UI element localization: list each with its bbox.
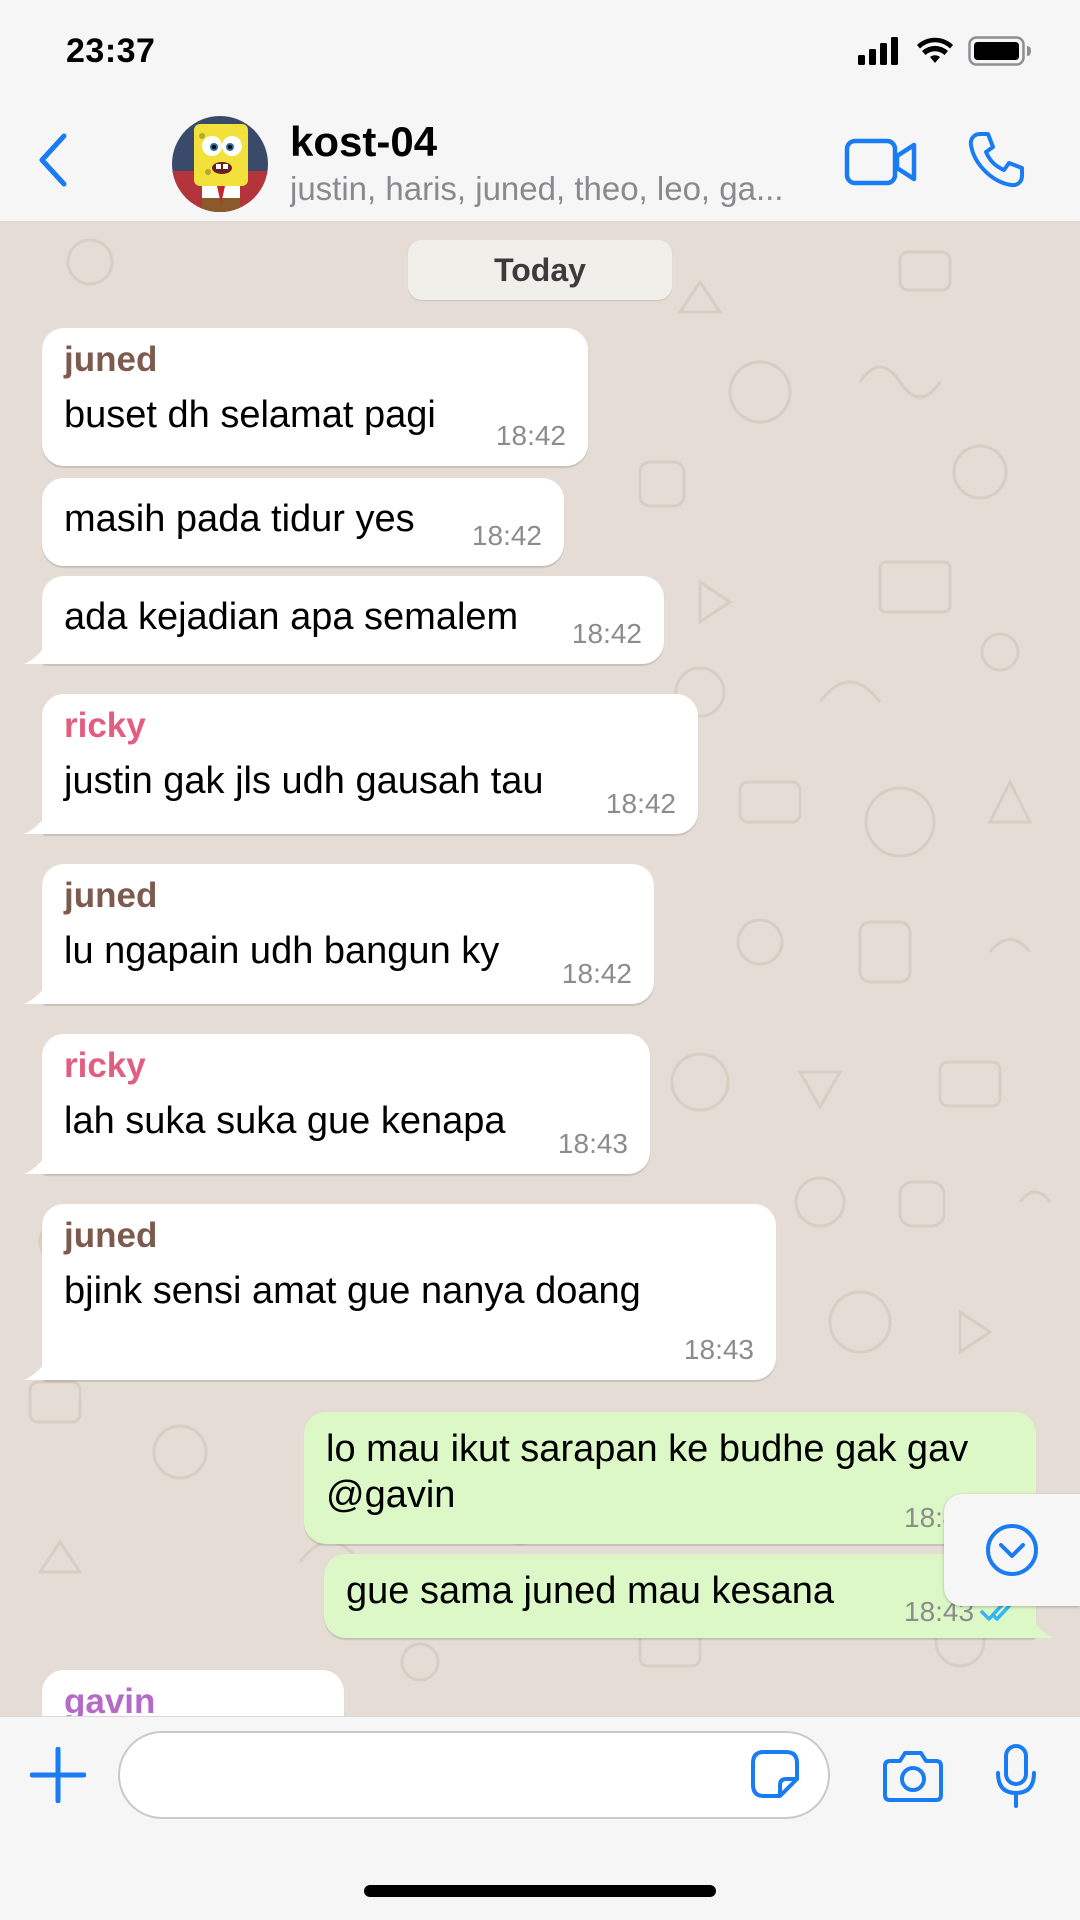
scroll-to-bottom-button[interactable] bbox=[944, 1494, 1080, 1606]
battery-icon bbox=[968, 36, 1031, 66]
microphone-icon[interactable] bbox=[994, 1743, 1038, 1809]
sender-name[interactable]: juned bbox=[64, 876, 157, 916]
camera-icon[interactable] bbox=[882, 1749, 944, 1803]
outgoing-message-bubble[interactable]: lo mau ikut sarapan ke budhe gak gav @ga… bbox=[304, 1412, 1036, 1544]
message-time: 18:42 bbox=[495, 420, 566, 451]
message-text: ada kejadian apa semalem bbox=[64, 596, 519, 638]
sender-name[interactable]: ricky bbox=[64, 706, 146, 746]
chevron-left-icon[interactable] bbox=[34, 130, 74, 190]
message-input[interactable] bbox=[118, 1731, 830, 1819]
message-time: 18:43 bbox=[557, 1128, 628, 1159]
message-text: lu ngapain udh bangun ky bbox=[64, 930, 500, 972]
chat-area[interactable]: Today juned buset dh selamat pagi 18:42 … bbox=[0, 222, 1080, 1716]
sender-name[interactable]: juned bbox=[64, 340, 157, 380]
message-text: bjink sensi amat gue nanya doang bbox=[64, 1270, 641, 1312]
bubble-tail bbox=[1030, 1616, 1054, 1638]
message-text: buset dh selamat pagi bbox=[64, 394, 436, 436]
sender-name[interactable]: juned bbox=[64, 1216, 157, 1256]
message-text: justin gak jls udh gausah tau bbox=[64, 760, 544, 802]
status-time: 23:37 bbox=[66, 32, 156, 70]
message-text-line-2: @gavin bbox=[326, 1474, 456, 1516]
wifi-icon bbox=[917, 37, 953, 63]
date-chip: Today bbox=[408, 240, 672, 300]
status-icons bbox=[858, 36, 1032, 66]
home-indicator bbox=[364, 1885, 716, 1897]
phone-icon[interactable] bbox=[966, 130, 1026, 190]
message-text-line-1: lo mau ikut sarapan ke budhe gak gav bbox=[326, 1428, 969, 1470]
video-camera-icon[interactable] bbox=[844, 136, 918, 188]
message-bubble[interactable]: juned buset dh selamat pagi 18:42 bbox=[42, 328, 588, 466]
message-text: masih pada tidur yes bbox=[64, 498, 415, 540]
message-time: 18:42 bbox=[571, 618, 642, 649]
message-bubble[interactable]: ricky lah suka suka gue kenapa 18:43 bbox=[24, 1034, 650, 1174]
message-bubble[interactable]: gavin bbox=[42, 1670, 344, 1716]
message-time: 18:42 bbox=[561, 958, 632, 989]
message-bubble[interactable]: juned lu ngapain udh bangun ky 18:42 bbox=[24, 864, 654, 1004]
message-bubble[interactable]: juned bjink sensi amat gue nanya doang 1… bbox=[24, 1204, 776, 1380]
plus-icon[interactable] bbox=[30, 1747, 86, 1803]
message-bubble[interactable]: masih pada tidur yes 18:42 bbox=[42, 478, 564, 566]
message-time: 18:43 bbox=[683, 1334, 754, 1365]
bubble-tail bbox=[24, 1152, 48, 1174]
message-text: lah suka suka gue kenapa bbox=[64, 1100, 506, 1142]
sender-name[interactable]: gavin bbox=[64, 1682, 155, 1716]
sticker-icon[interactable] bbox=[750, 1749, 800, 1799]
message-time: 18:42 bbox=[471, 520, 542, 551]
chat-header: kost-04 justin, haris, juned, theo, leo,… bbox=[0, 100, 1080, 222]
group-avatar-image bbox=[172, 116, 268, 212]
sender-name[interactable]: ricky bbox=[64, 1046, 146, 1086]
chat-members[interactable]: justin, haris, juned, theo, leo, ga... bbox=[290, 170, 810, 208]
bubble-tail bbox=[24, 812, 48, 834]
message-text: gue sama juned mau kesana bbox=[346, 1570, 834, 1612]
status-bar: 23:37 bbox=[0, 0, 1080, 100]
avatar[interactable] bbox=[172, 116, 268, 212]
outgoing-message-bubble[interactable]: gue sama juned mau kesana 18:43 bbox=[324, 1554, 1054, 1638]
chevron-down-circle-icon bbox=[986, 1524, 1038, 1576]
signal-icon bbox=[858, 37, 898, 65]
message-bubble[interactable]: ada kejadian apa semalem 18:42 bbox=[24, 576, 664, 664]
chat-title[interactable]: kost-04 bbox=[290, 118, 437, 166]
bubble-tail bbox=[24, 982, 48, 1004]
input-bar bbox=[0, 1716, 1080, 1920]
bubble-tail bbox=[24, 1358, 48, 1380]
message-bubble[interactable]: ricky justin gak jls udh gausah tau 18:4… bbox=[24, 694, 698, 834]
message-time: 18:42 bbox=[605, 788, 676, 819]
bubble-tail bbox=[24, 642, 48, 664]
